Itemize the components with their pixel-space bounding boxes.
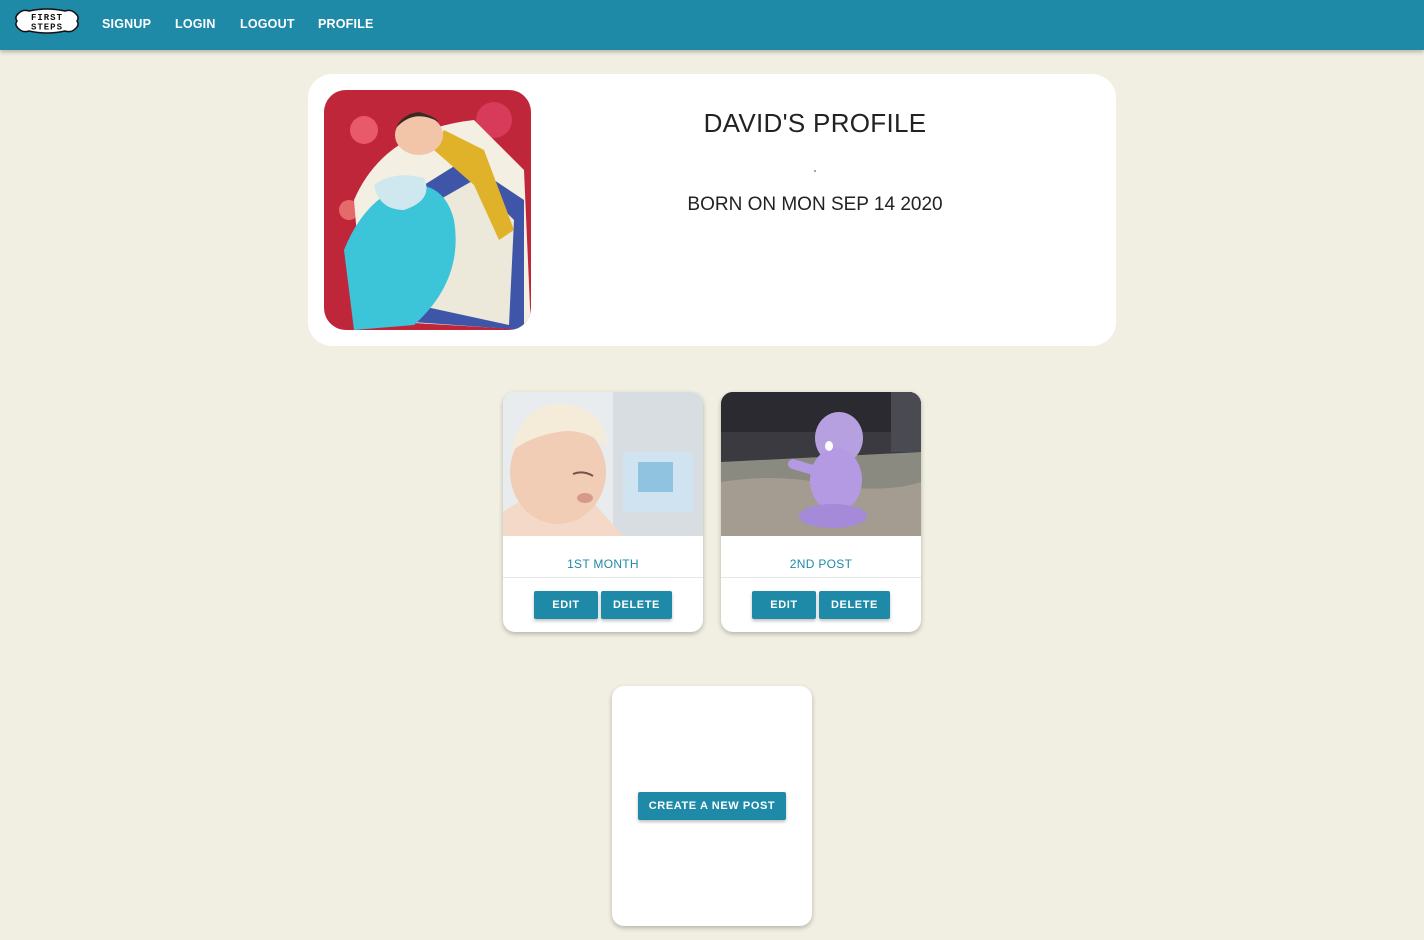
post-card: 2ND POST EDIT DELETE: [721, 392, 921, 632]
profile-photo: [324, 90, 531, 330]
edit-post-button[interactable]: EDIT: [752, 591, 816, 619]
logo-text-bottom: STEPS: [31, 23, 63, 33]
top-navbar: FIRST STEPS SIGNUP LOGIN LOGOUT PROFILE: [0, 0, 1424, 50]
post-divider: [721, 577, 921, 578]
logo-text-top: FIRST: [31, 13, 63, 23]
nav-logout-link[interactable]: LOGOUT: [240, 17, 295, 31]
profile-card: DAVID'S PROFILE BORN ON MON SEP 14 2020: [308, 74, 1116, 346]
post-divider: [503, 577, 703, 578]
nav-profile-link[interactable]: PROFILE: [318, 17, 374, 31]
create-post-button[interactable]: CREATE A NEW POST: [638, 792, 786, 820]
edit-post-button[interactable]: EDIT: [534, 591, 598, 619]
post-image[interactable]: [721, 392, 921, 536]
profile-birth-date: BORN ON MON SEP 14 2020: [687, 194, 943, 215]
first-steps-logo[interactable]: FIRST STEPS: [13, 8, 81, 34]
post-title: 1ST MONTH: [567, 557, 639, 571]
post-image[interactable]: [503, 392, 703, 536]
separator-dot: [814, 170, 816, 172]
delete-post-button[interactable]: DELETE: [819, 591, 890, 619]
nav-login-link[interactable]: LOGIN: [175, 17, 216, 31]
post-title: 2ND POST: [789, 557, 853, 571]
nav-signup-link[interactable]: SIGNUP: [102, 17, 151, 31]
delete-post-button[interactable]: DELETE: [601, 591, 672, 619]
profile-title: DAVID'S PROFILE: [703, 108, 927, 138]
post-card: 1ST MONTH EDIT DELETE: [503, 392, 703, 632]
create-post-card: CREATE A NEW POST: [612, 686, 812, 926]
